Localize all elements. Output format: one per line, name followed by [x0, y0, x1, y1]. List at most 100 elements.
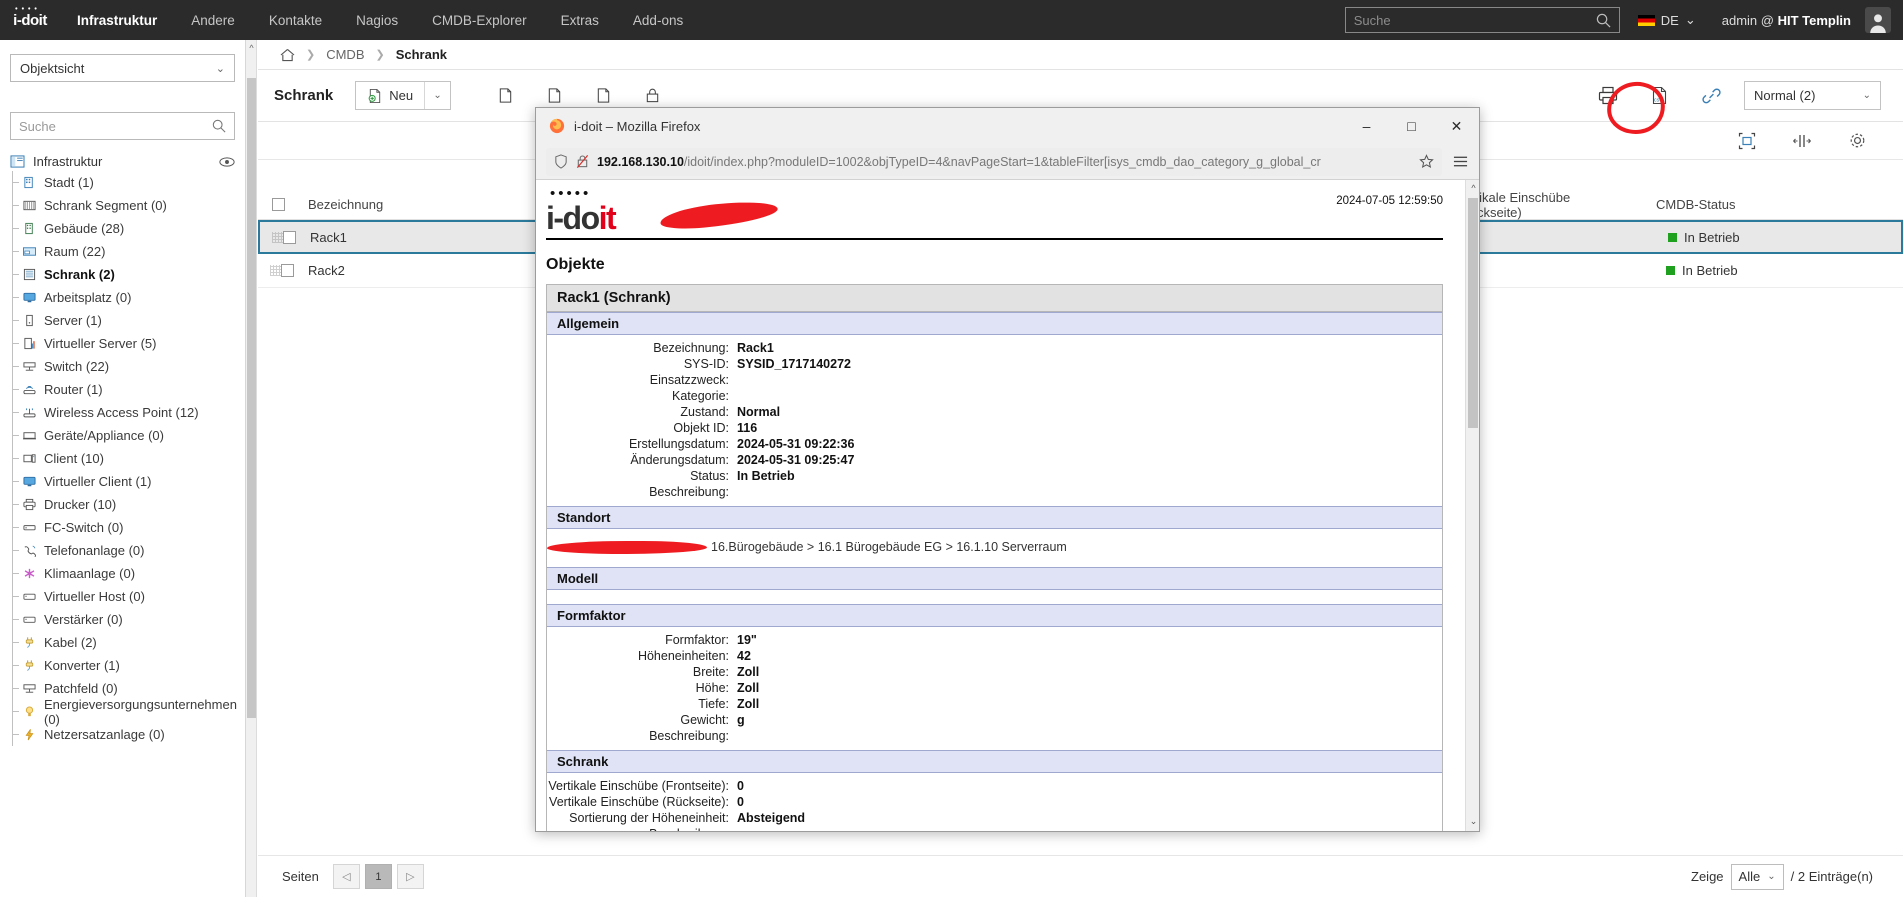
- sidebar-item-raum-22[interactable]: Raum (22): [0, 240, 245, 263]
- scroll-down-arrow-icon[interactable]: ⌄: [1469, 816, 1478, 829]
- column-header-cmdb-status[interactable]: CMDB-Status: [1646, 197, 1745, 212]
- sidebar-item-netzersatzanlage-0[interactable]: Netzersatzanlage (0): [0, 723, 245, 746]
- report-field-value: 19": [737, 633, 757, 647]
- sidebar-item-verst-rker-0[interactable]: Verstärker (0): [0, 608, 245, 631]
- sidebar-item-arbeitsplatz-0[interactable]: Arbeitsplatz (0): [0, 286, 245, 309]
- sidebar-item-klimaanlage-0[interactable]: Klimaanlage (0): [0, 562, 245, 585]
- sidebar-item-virtueller-client-1[interactable]: Virtueller Client (1): [0, 470, 245, 493]
- breadcrumb-schrank[interactable]: Schrank: [396, 47, 447, 62]
- hamburger-menu-icon[interactable]: [1452, 154, 1469, 169]
- sidebar-item-router-1[interactable]: Router (1): [0, 378, 245, 401]
- sidebar-scrollbar-thumb[interactable]: [247, 78, 256, 718]
- user-account-label[interactable]: admin @ HIT Templin: [1722, 13, 1851, 28]
- app-logo[interactable]: • • • • i-doit: [0, 6, 60, 29]
- report-field-value: 0: [737, 795, 744, 809]
- global-search-box[interactable]: [1344, 7, 1620, 33]
- report-field-key: Beschreibung:: [547, 826, 737, 831]
- row-drag-handle[interactable]: [270, 265, 281, 276]
- new-object-button[interactable]: Neu ⌄: [355, 81, 452, 110]
- minimize-button[interactable]: –: [1344, 108, 1389, 144]
- tree-root-infrastruktur[interactable]: Infrastruktur: [0, 152, 245, 171]
- report-section-body: Formfaktor: 19" Höheneinheiten: 42 Breite: Zo…: [547, 627, 1442, 750]
- report-field-value: 2024-05-31 09:25:47: [737, 453, 855, 467]
- sidebar-scrollbar[interactable]: ^: [246, 40, 257, 897]
- fullscreen-icon[interactable]: [1738, 132, 1756, 150]
- current-page-button[interactable]: 1: [364, 864, 392, 889]
- adjust-columns-icon[interactable]: [1792, 132, 1812, 150]
- nav-item-kontakte[interactable]: Kontakte: [252, 0, 339, 40]
- view-mode-select[interactable]: Normal (2) ⌄: [1744, 81, 1881, 110]
- print-header: ••••• i-doit 2024-07-05 12:59:50: [546, 186, 1443, 236]
- view-select[interactable]: Objektsicht ⌄: [10, 54, 235, 82]
- report-field-key: SYS-ID:: [683, 357, 729, 371]
- scroll-up-arrow-icon[interactable]: ^: [247, 42, 256, 54]
- insecure-lock-icon[interactable]: [576, 154, 589, 169]
- maximize-button[interactable]: □: [1389, 108, 1434, 144]
- nav-item-nagios[interactable]: Nagios: [339, 0, 415, 40]
- firefox-scrollbar[interactable]: ^ ⌄: [1465, 180, 1479, 831]
- home-icon[interactable]: [280, 48, 295, 62]
- firefox-scrollbar-thumb[interactable]: [1468, 198, 1478, 428]
- next-page-button[interactable]: ▷: [396, 864, 424, 889]
- copy-object-icon[interactable]: [497, 87, 514, 104]
- row-checkbox[interactable]: [283, 230, 300, 244]
- sidebar-item-telefonanlage-0[interactable]: Telefonanlage (0): [0, 539, 245, 562]
- row-checkbox[interactable]: [281, 264, 298, 277]
- logo-word: i-doit: [546, 200, 617, 236]
- report-field-key: Höhe:: [695, 681, 729, 695]
- nav-item-andere[interactable]: Andere: [174, 0, 252, 40]
- sidebar-item-schrank-2[interactable]: Schrank (2): [0, 263, 245, 286]
- nav-item-extras[interactable]: Extras: [544, 0, 616, 40]
- nav-item-cmdb-explorer[interactable]: CMDB-Explorer: [415, 0, 544, 40]
- settings-gear-icon[interactable]: [1848, 131, 1867, 150]
- report-field-key: Objekt ID:: [673, 421, 729, 435]
- report-field-row: Status: In Betrieb: [547, 468, 1442, 484]
- sidebar-search-box[interactable]: [10, 112, 235, 140]
- search-icon[interactable]: [212, 119, 226, 133]
- sidebar-item-switch-22[interactable]: Switch (22): [0, 355, 245, 378]
- eye-icon[interactable]: [219, 156, 235, 167]
- language-selector[interactable]: DE ⌄: [1637, 12, 1696, 28]
- chevron-down-icon[interactable]: ⌄: [424, 82, 450, 109]
- shield-icon[interactable]: [554, 154, 568, 169]
- sidebar-item-drucker-10[interactable]: Drucker (10): [0, 493, 245, 516]
- nav-item-addons[interactable]: Add-ons: [616, 0, 700, 40]
- firefox-window[interactable]: i-doit – Mozilla Firefox – □ ✕ 192.168.1…: [535, 107, 1480, 832]
- sidebar-item-virtueller-host-0[interactable]: Virtueller Host (0): [0, 585, 245, 608]
- entries-per-page-select[interactable]: Alle ⌄: [1730, 863, 1784, 890]
- report-field-row: Bezeichnung: Rack1: [547, 340, 1442, 356]
- bookmark-star-icon[interactable]: [1419, 154, 1434, 169]
- firefox-titlebar[interactable]: i-doit – Mozilla Firefox – □ ✕: [536, 108, 1479, 144]
- prev-page-button[interactable]: ◁: [332, 864, 360, 889]
- breadcrumb-cmdb[interactable]: CMDB: [326, 47, 364, 62]
- sidebar-item-geb-ude-28[interactable]: Gebäude (28): [0, 217, 245, 240]
- search-icon[interactable]: [1596, 13, 1611, 28]
- url-field[interactable]: 192.168.130.10/idoit/index.php?moduleID=…: [546, 147, 1442, 176]
- row-drag-handle[interactable]: [272, 231, 283, 243]
- sidebar-item-kabel-2[interactable]: Kabel (2): [0, 631, 245, 654]
- avatar[interactable]: [1865, 7, 1891, 33]
- sidebar-item-ger-te-appliance-0[interactable]: Geräte/Appliance (0): [0, 424, 245, 447]
- lock-object-icon[interactable]: [644, 87, 661, 104]
- sidebar-item-energieversorgungsunternehmen-0[interactable]: Energieversorgungsunternehmen (0): [0, 697, 245, 727]
- sidebar-item-stadt-1[interactable]: Stadt (1): [0, 171, 245, 194]
- sidebar-search-input[interactable]: [19, 118, 212, 134]
- report-field-key: Sortierung der Höheneinheit:: [569, 811, 729, 825]
- sidebar-item-wireless-access-point-12[interactable]: Wireless Access Point (12): [0, 401, 245, 424]
- sidebar-item-fc-switch-0[interactable]: FC-Switch (0): [0, 516, 245, 539]
- scroll-up-arrow-icon[interactable]: ^: [1469, 183, 1478, 196]
- link-icon[interactable]: [1701, 86, 1722, 105]
- sidebar-item-label: Server (1): [44, 313, 102, 328]
- close-button[interactable]: ✕: [1434, 108, 1479, 144]
- sidebar-item-schrank-segment-0[interactable]: Schrank Segment (0): [0, 194, 245, 217]
- sidebar-item-virtueller-server-5[interactable]: Virtueller Server (5): [0, 332, 245, 355]
- firefox-page-content: ••••• i-doit 2024-07-05 12:59:50 Objekte…: [536, 179, 1479, 831]
- select-all-checkbox[interactable]: [258, 198, 298, 211]
- edit-object-icon[interactable]: [546, 87, 563, 104]
- nav-item-infrastruktur[interactable]: Infrastruktur: [60, 0, 174, 40]
- global-search-input[interactable]: [1353, 12, 1596, 28]
- archive-object-icon[interactable]: [595, 87, 612, 104]
- sidebar-item-server-1[interactable]: Server (1): [0, 309, 245, 332]
- sidebar-item-konverter-1[interactable]: Konverter (1): [0, 654, 245, 677]
- sidebar-item-client-10[interactable]: Client (10): [0, 447, 245, 470]
